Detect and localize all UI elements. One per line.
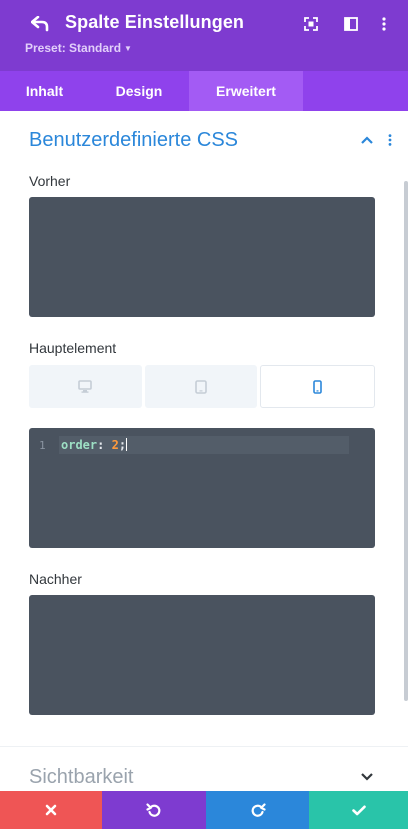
desktop-icon (78, 380, 93, 393)
field-label-before: Vorher (29, 173, 71, 189)
fullscreen-button[interactable] (300, 13, 322, 35)
before-css-textarea[interactable] (29, 197, 375, 317)
section-divider (0, 746, 408, 747)
caret-down-icon: ▼ (124, 44, 132, 53)
field-label-main-element: Hauptelement (29, 340, 117, 356)
chevron-down-icon (361, 773, 373, 781)
panel-title: Spalte Einstellungen (65, 12, 245, 32)
phone-icon (313, 379, 322, 394)
sidebar-layout-icon (344, 17, 358, 31)
panel-header: Spalte Einstellungen Preset: Standard ▼ (0, 0, 408, 71)
collapse-button[interactable] (359, 131, 375, 149)
code-line-content: order: 2; (61, 438, 128, 452)
text-cursor (126, 438, 128, 451)
action-bar (0, 791, 408, 829)
undo-icon (146, 803, 161, 817)
css-colon: : (97, 438, 112, 452)
tab-bar: Inhalt Design Erweitert (0, 71, 408, 111)
css-property: order (61, 438, 98, 452)
tablet-icon (195, 379, 207, 394)
discard-button[interactable] (0, 791, 102, 829)
tablet-view-button[interactable] (144, 365, 258, 408)
tab-erweitert[interactable]: Erweitert (189, 71, 303, 111)
save-button[interactable] (309, 791, 408, 829)
chevron-up-icon (361, 136, 373, 144)
more-vertical-icon (382, 17, 386, 31)
expand-icon (304, 17, 318, 31)
back-arrow-icon (31, 16, 49, 32)
tab-design[interactable]: Design (89, 71, 189, 111)
expand-visibility-button[interactable] (359, 768, 375, 786)
more-vertical-icon (388, 134, 392, 146)
more-options-button[interactable] (373, 13, 395, 35)
back-button[interactable] (28, 12, 52, 36)
redo-icon (251, 803, 266, 817)
device-switcher (29, 365, 376, 408)
css-value: 2 (111, 438, 119, 452)
phone-view-button[interactable] (260, 365, 376, 408)
preset-label: Preset: Standard (25, 41, 122, 55)
close-icon (45, 804, 57, 816)
settings-panel: Spalte Einstellungen Preset: Standard ▼ I… (0, 0, 408, 829)
split-view-button[interactable] (340, 13, 362, 35)
desktop-view-button[interactable] (29, 365, 142, 408)
scrollbar[interactable] (404, 181, 408, 701)
settings-content: Benutzerdefinierte CSS Vorher Haupteleme… (0, 111, 408, 791)
main-element-code-editor[interactable]: 1 order: 2; (29, 428, 375, 548)
field-label-after: Nachher (29, 571, 82, 587)
css-semicolon: ; (118, 438, 127, 452)
section-title-visibility[interactable]: Sichtbarkeit (29, 766, 134, 789)
section-title-custom-css[interactable]: Benutzerdefinierte CSS (29, 129, 238, 152)
undo-button[interactable] (102, 791, 206, 829)
line-number: 1 (39, 439, 46, 452)
after-css-textarea[interactable] (29, 595, 375, 715)
redo-button[interactable] (206, 791, 309, 829)
tab-inhalt[interactable]: Inhalt (0, 71, 89, 111)
check-icon (351, 805, 366, 815)
preset-dropdown[interactable]: Preset: Standard ▼ (25, 41, 132, 55)
section-options-button[interactable] (382, 131, 398, 149)
